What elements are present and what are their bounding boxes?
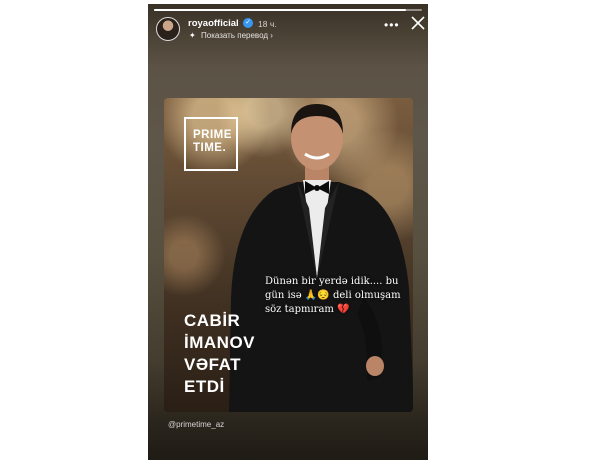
story-caption-text: Dünən bir yerdə idik.... bu gün isə 🙏😔 d… [265, 276, 401, 315]
show-translation-link[interactable]: Показать перевод › [201, 31, 273, 40]
show-translation-label: Показать перевод [201, 31, 269, 40]
story-viewer: royaofficial ✓ 18 ч. ✦ Показать перевод … [148, 4, 428, 460]
close-icon[interactable] [409, 14, 427, 32]
headline: CABİR İMANOV VƏFAT ETDİ [184, 310, 255, 398]
shared-post-card[interactable]: PRIME TIME. CABİR İMANOV VƏFAT ETDİ Dünə… [164, 98, 413, 412]
story-header: royaofficial ✓ 18 ч. ✦ Показать перевод … [156, 16, 425, 46]
headline-line: İMANOV [184, 333, 255, 352]
translate-icon: ✦ [189, 31, 196, 40]
more-options-icon[interactable]: ••• [384, 18, 400, 32]
username[interactable]: royaofficial [188, 18, 239, 29]
verified-badge-icon: ✓ [243, 18, 253, 28]
headline-line: CABİR [184, 311, 241, 330]
chevron-right-icon: › [270, 31, 273, 40]
headline-line: ETDİ [184, 377, 225, 396]
headline-line: VƏFAT [184, 355, 242, 374]
story-progress-bar [154, 9, 422, 11]
avatar[interactable] [156, 17, 180, 41]
post-time: 18 ч. [258, 19, 277, 29]
mention-tag[interactable]: @primetime_az [168, 420, 224, 429]
story-progress-fill [154, 9, 406, 11]
